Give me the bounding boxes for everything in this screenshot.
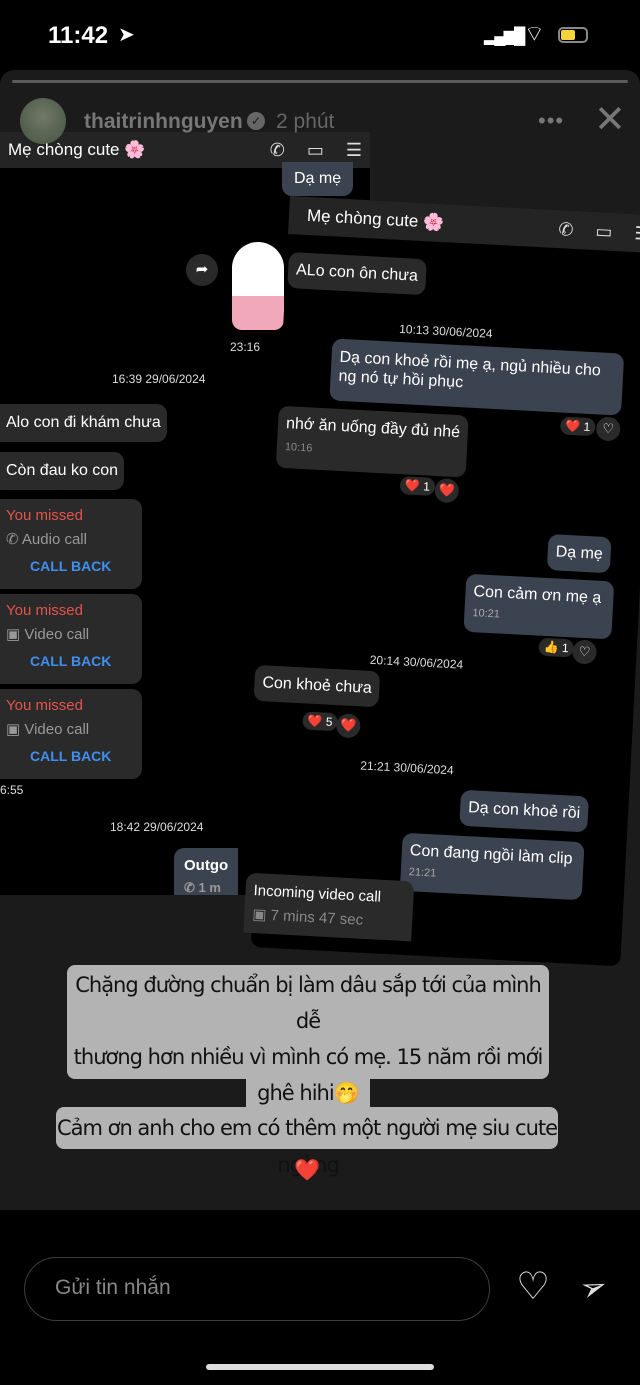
wifi-icon: ⌔ bbox=[524, 21, 545, 46]
outgoing-call: Outgo ✆ 1 m bbox=[174, 848, 239, 895]
status-bar: 11:42 ➤ ▂▄▆█ ⌔ bbox=[0, 0, 640, 70]
heart-outline-icon[interactable]: ♡ bbox=[571, 639, 598, 665]
chat-screenshot-right: Mẹ chòng cute 🌸 ✆ ▭ ☰ ALo con ôn chưa 10… bbox=[243, 196, 640, 967]
call-type: ▣ Video call bbox=[6, 720, 136, 738]
missed-call: You missed ▣ Video call CALL BACK bbox=[0, 689, 142, 779]
phone-icon: ✆ bbox=[184, 880, 199, 895]
message-time: 10:16 bbox=[284, 441, 313, 455]
caption-line: Chặng đường chuẩn bị làm dâu sắp tới của… bbox=[75, 973, 542, 1033]
caption-line: ghê hihi🤭 bbox=[246, 1076, 370, 1110]
message: Con đang ngồi làm clip 21:21 bbox=[399, 832, 585, 901]
video-missed-icon: ▣ bbox=[6, 721, 25, 738]
date-separator: 10:13 30/06/2024 bbox=[398, 321, 493, 341]
call-duration: 7 mins 47 sec bbox=[270, 906, 364, 929]
phone-missed-icon: ✆ bbox=[6, 531, 22, 548]
list-icon: ☰ bbox=[633, 222, 640, 244]
message: Con khoẻ chưa bbox=[253, 664, 381, 708]
home-indicator bbox=[206, 1364, 434, 1370]
message-time: 21:21 bbox=[408, 866, 437, 880]
story-progress-bar bbox=[12, 80, 628, 83]
video-icon: ▭ bbox=[594, 220, 613, 242]
heart-icon[interactable]: ❤️ bbox=[335, 713, 361, 739]
location-icon: ➤ bbox=[118, 24, 135, 46]
reaction[interactable]: ❤️ 5 bbox=[302, 711, 338, 732]
message: Còn đau ko con bbox=[0, 452, 125, 490]
incoming-call: Incoming video call ▣ 7 mins 47 sec bbox=[243, 872, 415, 942]
more-icon[interactable]: ••• bbox=[538, 108, 564, 134]
message: nhớ ăn uống đầy đủ nhé 10:16 bbox=[275, 405, 469, 478]
heart-outline-icon[interactable]: ♡ bbox=[595, 416, 621, 442]
caption-line: Cảm ơn anh cho em có thêm một người mẹ s… bbox=[56, 1107, 558, 1182]
call-label: Incoming video call bbox=[253, 882, 382, 906]
clock: 11:42 bbox=[48, 22, 109, 49]
story-username[interactable]: thaitrinhnguyen bbox=[84, 110, 243, 134]
heart-icon[interactable]: ❤️ bbox=[434, 477, 460, 504]
call-type: ▣ Video call bbox=[6, 625, 136, 643]
message-time: 6:55 bbox=[0, 783, 24, 797]
story-time: 2 phút bbox=[276, 110, 335, 133]
video-icon: ▭ bbox=[306, 139, 324, 160]
missed-call: You missed ✆ Audio call CALL BACK bbox=[0, 499, 142, 589]
heart-icon[interactable]: ♡ bbox=[516, 1264, 550, 1309]
avatar[interactable] bbox=[20, 98, 66, 144]
message-time: 23:16 bbox=[230, 340, 261, 354]
reaction[interactable]: 👍 1 bbox=[538, 637, 575, 658]
call-back-button[interactable]: CALL BACK bbox=[30, 748, 136, 764]
message: Con cảm ơn mẹ ạ 10:21 bbox=[463, 573, 615, 640]
call-back-button[interactable]: CALL BACK bbox=[30, 653, 136, 669]
message: Dạ mẹ bbox=[546, 534, 612, 574]
call-type-label: Video call bbox=[24, 721, 90, 738]
chat-title: Mẹ chòng cute 🌸 bbox=[306, 205, 445, 233]
story-caption: Chặng đường chuẩn bị làm dâu sắp tới của… bbox=[67, 965, 549, 1177]
call-back-button[interactable]: CALL BACK bbox=[30, 558, 136, 574]
missed-call: You missed ▣ Video call CALL BACK bbox=[0, 594, 142, 684]
verified-icon: ✓ bbox=[247, 112, 265, 130]
bunny-sticker bbox=[232, 242, 284, 330]
reaction[interactable]: ❤️ 1 bbox=[399, 476, 436, 496]
call-type-label: Video call bbox=[24, 626, 90, 643]
missed-label: You missed bbox=[6, 697, 83, 714]
message: Alo con đi khám chưa bbox=[0, 404, 167, 442]
call-duration: 1 m bbox=[198, 880, 221, 895]
phone-icon: ✆ bbox=[557, 218, 575, 240]
date-separator: 18:42 29/06/2024 bbox=[110, 820, 204, 834]
date-separator: 16:39 29/06/2024 bbox=[112, 372, 206, 386]
signal-icon: ▂▄▆█ bbox=[484, 28, 525, 45]
message-input[interactable]: Gửi tin nhắn bbox=[24, 1257, 490, 1321]
date-separator: 21:21 30/06/2024 bbox=[359, 758, 454, 778]
message-text: nhớ ăn uống đầy đủ nhé bbox=[285, 415, 461, 442]
call-type: ✆ Audio call bbox=[6, 530, 136, 548]
reaction[interactable]: ❤️ 1 bbox=[559, 416, 596, 437]
message: ALo con ôn chưa bbox=[287, 252, 427, 296]
call-label: Outgo bbox=[184, 857, 229, 874]
message-time: 10:21 bbox=[472, 607, 501, 621]
date-separator: 20:14 30/06/2024 bbox=[369, 652, 464, 672]
close-icon[interactable]: ✕ bbox=[594, 101, 626, 139]
call-type-label: Audio call bbox=[21, 531, 87, 548]
list-icon: ☰ bbox=[345, 139, 362, 160]
battery-icon bbox=[558, 27, 588, 43]
message: Dạ con khoẻ rồi bbox=[459, 789, 590, 833]
message-text: Con đang ngồi làm clip bbox=[409, 842, 573, 868]
message: Dạ mẹ bbox=[282, 162, 354, 196]
message: Dạ con khoẻ rồi mẹ ạ, ngủ nhiều cho ng n… bbox=[329, 338, 625, 416]
message-text: Con cảm ơn mẹ ạ bbox=[473, 583, 602, 607]
forward-icon[interactable]: ➦ bbox=[186, 254, 218, 286]
missed-label: You missed bbox=[6, 507, 83, 524]
missed-label: You missed bbox=[6, 602, 83, 619]
video-missed-icon: ▣ bbox=[6, 626, 25, 643]
video-icon: ▣ bbox=[251, 906, 272, 924]
phone-icon: ✆ bbox=[269, 139, 285, 160]
